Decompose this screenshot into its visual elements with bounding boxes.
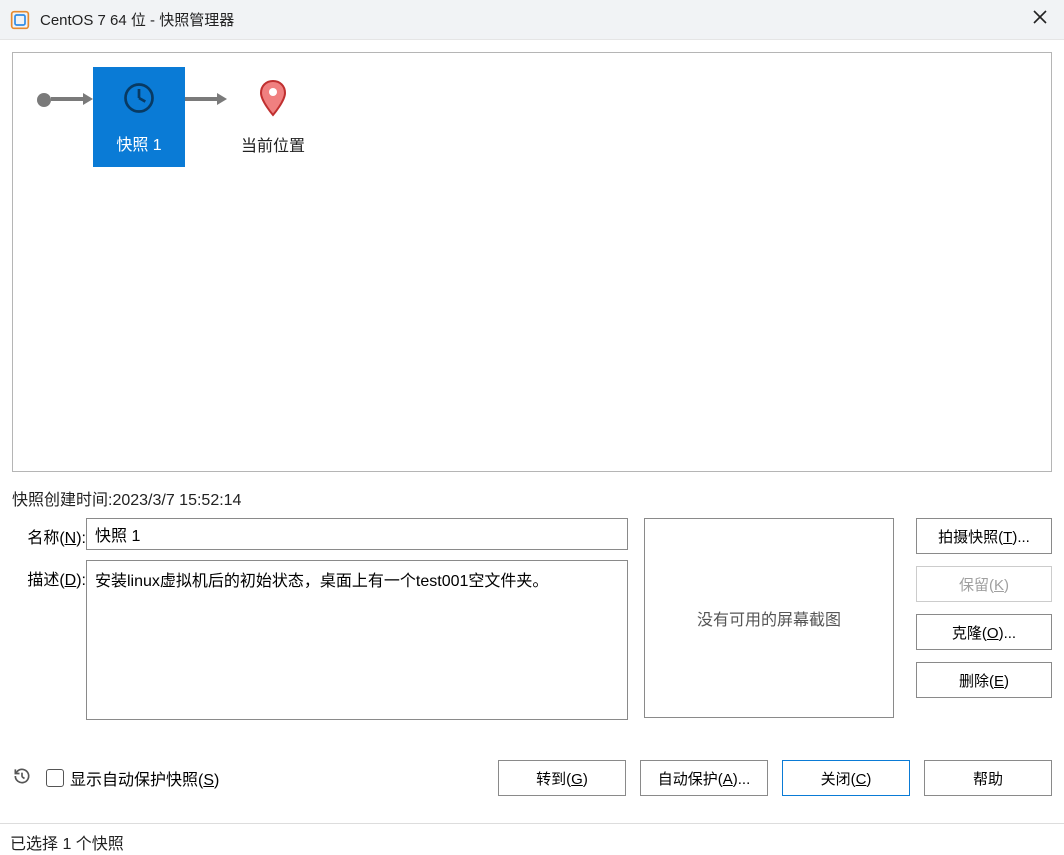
vmware-icon	[10, 10, 30, 30]
checkbox-box-icon	[46, 769, 64, 787]
delete-button[interactable]: 删除(E)	[916, 662, 1052, 698]
history-icon	[12, 766, 32, 791]
snapshot-node-1[interactable]: 快照 1	[93, 67, 185, 167]
close-icon	[1032, 9, 1048, 30]
close-button[interactable]: 关闭(C)	[782, 760, 910, 796]
location-pin-icon	[259, 79, 287, 122]
close-window-button[interactable]	[1026, 6, 1054, 34]
snapshot-name-input[interactable]	[86, 518, 628, 550]
keep-button: 保留(K)	[916, 566, 1052, 602]
description-label: 描述(D):	[12, 560, 86, 590]
clone-button[interactable]: 克隆(O)...	[916, 614, 1052, 650]
clock-icon	[121, 80, 157, 121]
show-auto-protect-checkbox[interactable]: 显示自动保护快照(S)	[46, 766, 219, 790]
goto-button[interactable]: 转到(G)	[498, 760, 626, 796]
snapshot-info: 快照创建时间:2023/3/7 15:52:14 名称(N): 描述(D): 没…	[12, 482, 1052, 730]
window-title: CentOS 7 64 位 - 快照管理器	[40, 9, 1026, 30]
snapshot-node-label: 快照 1	[116, 131, 161, 155]
name-label: 名称(N):	[12, 518, 86, 548]
show-auto-protect-label: 显示自动保护快照(S)	[70, 766, 219, 790]
status-bar: 已选择 1 个快照	[0, 823, 1064, 855]
status-text: 已选择 1 个快照	[10, 836, 124, 853]
take-snapshot-button[interactable]: 拍摄快照(T)...	[916, 518, 1052, 554]
titlebar: CentOS 7 64 位 - 快照管理器	[0, 0, 1064, 40]
auto-protect-button[interactable]: 自动保护(A)...	[640, 760, 768, 796]
creation-time-label: 快照创建时间:2023/3/7 15:52:14	[12, 482, 1052, 518]
snapshot-tree[interactable]: 快照 1 当前位置	[12, 52, 1052, 472]
screenshot-thumbnail: 没有可用的屏幕截图	[644, 518, 894, 718]
snapshot-description-input[interactable]	[86, 560, 628, 720]
current-location-label: 当前位置	[241, 132, 305, 156]
dialog-body: 快照 1 当前位置 快照创建时间:2023/3/7 15:52:14 名称(N)…	[0, 40, 1064, 823]
arrow-icon	[185, 93, 227, 105]
snapshot-graph: 快照 1 当前位置	[37, 67, 1027, 167]
help-button[interactable]: 帮助	[924, 760, 1052, 796]
arrow-icon	[51, 93, 93, 105]
root-node-icon	[37, 93, 51, 107]
thumbnail-placeholder-text: 没有可用的屏幕截图	[697, 606, 841, 630]
bottom-bar: 显示自动保护快照(S) 转到(G) 自动保护(A)... 关闭(C) 帮助	[12, 760, 1052, 796]
current-location-node[interactable]: 当前位置	[227, 67, 319, 167]
